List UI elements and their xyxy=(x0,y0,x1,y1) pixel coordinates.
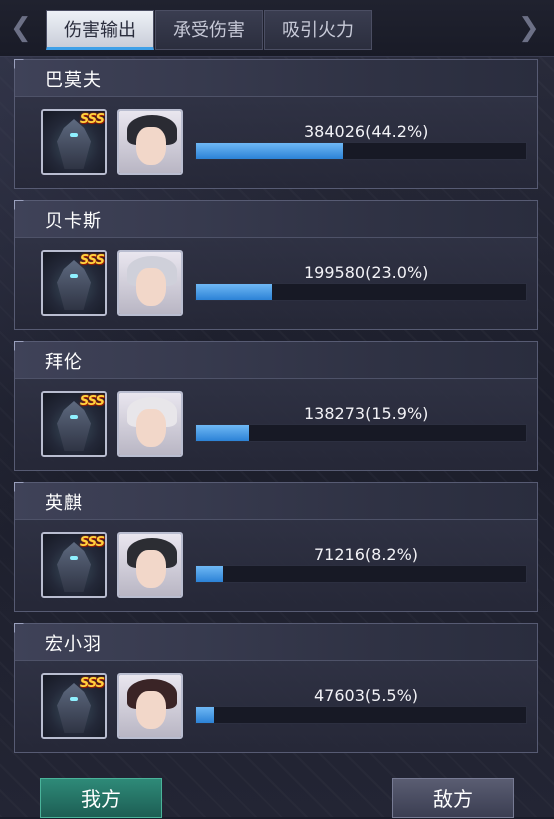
player-name: 英麒 xyxy=(45,493,83,514)
player-row-header: 英麒 xyxy=(15,483,537,520)
mech-eye xyxy=(70,274,78,278)
mech-card[interactable]: SSS xyxy=(41,391,107,457)
chevron-right-icon[interactable]: ❯ xyxy=(518,15,540,41)
pilot-face xyxy=(136,409,166,447)
damage-value: 199580(23.0%) xyxy=(304,263,429,282)
mech-card[interactable]: SSS xyxy=(41,532,107,598)
damage-bar-fill xyxy=(196,707,215,723)
pilot-card[interactable] xyxy=(117,532,183,598)
tab-damage-taken[interactable]: 承受伤害 xyxy=(155,10,263,50)
damage-bar xyxy=(195,424,527,442)
enemy-side-button[interactable]: 敌方 xyxy=(392,778,514,818)
damage-value: 47603(5.5%) xyxy=(314,686,419,705)
pilot-face xyxy=(136,127,166,165)
pilot-card[interactable] xyxy=(117,109,183,175)
our-side-button[interactable]: 我方 xyxy=(40,778,162,818)
damage-value: 384026(44.2%) xyxy=(304,122,429,141)
tab-damage-dealt[interactable]: 伤害输出 xyxy=(46,10,154,50)
mech-eye xyxy=(70,415,78,419)
damage-bar-fill xyxy=(196,425,249,441)
player-row-header: 宏小羽 xyxy=(15,624,537,661)
damage-bar xyxy=(195,565,527,583)
mech-eye xyxy=(70,133,78,137)
rank-badge: SSS xyxy=(79,394,105,409)
damage-bar-fill xyxy=(196,143,343,159)
mech-eye xyxy=(70,697,78,701)
pilot-card[interactable] xyxy=(117,391,183,457)
player-row: 巴莫夫 SSS 384026(44.2%) xyxy=(14,59,538,189)
damage-bar-fill xyxy=(196,566,224,582)
pilot-face xyxy=(136,691,166,729)
rank-badge: SSS xyxy=(79,253,105,268)
mech-card[interactable]: SSS xyxy=(41,673,107,739)
damage-bar xyxy=(195,706,527,724)
player-name: 拜伦 xyxy=(45,352,83,373)
player-row-header: 拜伦 xyxy=(15,342,537,379)
mech-card[interactable]: SSS xyxy=(41,109,107,175)
mech-card[interactable]: SSS xyxy=(41,250,107,316)
rank-badge: SSS xyxy=(79,112,105,127)
pilot-card[interactable] xyxy=(117,250,183,316)
tab-aggro[interactable]: 吸引火力 xyxy=(264,10,372,50)
player-row: 拜伦 SSS 138273(15.9%) xyxy=(14,341,538,471)
player-row: 贝卡斯 SSS 199580(23.0%) xyxy=(14,200,538,330)
rank-badge: SSS xyxy=(79,535,105,550)
pilot-face xyxy=(136,550,166,588)
damage-value: 138273(15.9%) xyxy=(304,404,429,423)
chevron-left-icon[interactable]: ❮ xyxy=(10,15,32,41)
damage-value: 71216(8.2%) xyxy=(314,545,419,564)
pilot-face xyxy=(136,268,166,306)
pilot-card[interactable] xyxy=(117,673,183,739)
player-row-header: 贝卡斯 xyxy=(15,201,537,238)
player-row: 英麒 SSS 71216(8.2%) xyxy=(14,482,538,612)
damage-bar xyxy=(195,283,527,301)
player-name: 宏小羽 xyxy=(45,634,102,655)
player-row-header: 巴莫夫 xyxy=(15,60,537,97)
damage-bar-fill xyxy=(196,284,273,300)
rank-badge: SSS xyxy=(79,676,105,691)
mech-eye xyxy=(70,556,78,560)
player-row: 宏小羽 SSS 47603(5.5%) xyxy=(14,623,538,753)
tab-bar: ❮ 伤害输出 承受伤害 吸引火力 ❯ xyxy=(0,0,554,57)
damage-bar xyxy=(195,142,527,160)
player-name: 巴莫夫 xyxy=(45,70,102,91)
player-name: 贝卡斯 xyxy=(45,211,102,232)
